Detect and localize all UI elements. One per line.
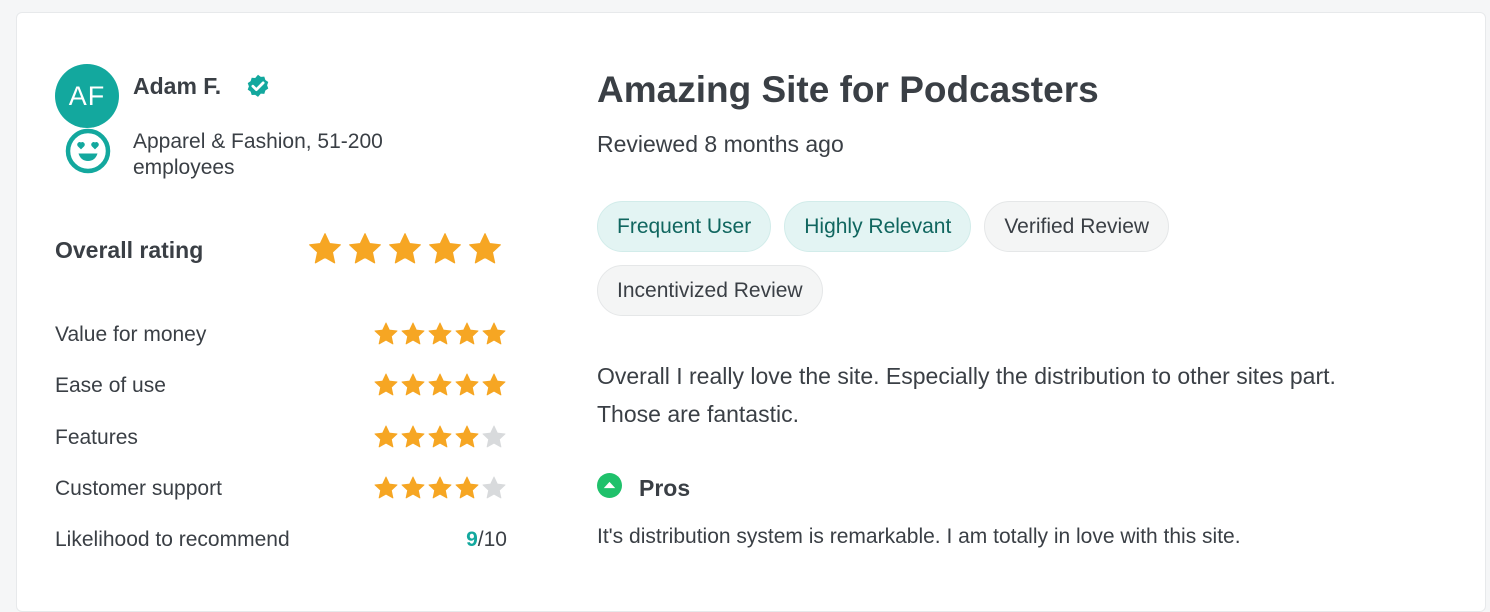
rating-row-customer-support: Customer support <box>55 473 507 503</box>
rating-row-features: Features <box>55 422 507 452</box>
star-filled-icon <box>428 476 452 499</box>
recommend-score: 9/10 <box>466 528 507 552</box>
recommend-label: Likelihood to recommend <box>55 528 290 551</box>
avatar: AF <box>55 64 119 128</box>
star-filled-icon <box>374 322 398 345</box>
review-card: AF Adam F. Apparel & Fashion, 51-200 emp… <box>16 12 1486 612</box>
review-title: Amazing Site for Podcasters <box>597 69 1099 110</box>
rating-stars <box>373 372 507 398</box>
star-filled-icon <box>428 322 452 345</box>
rating-label: Value for money <box>55 323 207 346</box>
company-info: Apparel & Fashion, 51-200 employees <box>133 130 383 179</box>
rating-label: Features <box>55 426 138 449</box>
star-filled-icon <box>401 373 425 396</box>
star-filled-icon <box>428 373 452 396</box>
star-filled-icon <box>455 425 479 448</box>
star-filled-icon <box>374 425 398 448</box>
smiling-face-heart-eyes-icon <box>65 128 111 174</box>
rating-row-likelihood-to-recommend: Likelihood to recommend 9/10 <box>55 524 507 554</box>
star-filled-icon <box>374 476 398 499</box>
overall-rating-stars <box>307 231 503 267</box>
rating-stars <box>373 475 507 501</box>
star-filled-icon <box>401 425 425 448</box>
tag-verified-review: Verified Review <box>984 201 1170 252</box>
rating-stars <box>373 424 507 450</box>
review-tags: Frequent User Highly Relevant Verified R… <box>597 201 1237 316</box>
star-filled-icon <box>482 373 506 396</box>
chevron-up-circle-icon <box>597 473 622 498</box>
star-filled-icon <box>455 373 479 396</box>
recommend-score-value: 9 <box>466 528 478 551</box>
pros-heading: Pros <box>639 475 691 501</box>
recommend-score-max: /10 <box>477 528 507 551</box>
reviewer-name: Adam F. <box>133 73 222 99</box>
avatar-initials: AF <box>68 80 106 111</box>
star-filled-icon <box>455 322 479 345</box>
verified-badge-icon <box>247 74 269 97</box>
rating-stars <box>373 321 507 347</box>
tag-incentivized-review: Incentivized Review <box>597 265 823 316</box>
star-filled-icon <box>482 322 506 345</box>
star-filled-icon <box>374 373 398 396</box>
star-filled-icon <box>401 476 425 499</box>
star-filled-icon <box>401 322 425 345</box>
rating-row-value-for-money: Value for money <box>55 319 507 349</box>
rating-label: Customer support <box>55 477 222 500</box>
tag-frequent-user: Frequent User <box>597 201 772 252</box>
star-filled-icon <box>309 233 341 264</box>
star-filled-icon <box>429 233 461 264</box>
tag-highly-relevant: Highly Relevant <box>784 201 972 252</box>
overall-rating-label: Overall rating <box>55 237 204 263</box>
star-empty-icon <box>482 476 506 499</box>
star-empty-icon <box>482 425 506 448</box>
rating-label: Ease of use <box>55 374 166 397</box>
star-filled-icon <box>389 233 421 264</box>
star-filled-icon <box>349 233 381 264</box>
review-body: Overall I really love the site. Especial… <box>597 363 1336 427</box>
pros-text: It's distribution system is remarkable. … <box>597 525 1241 548</box>
review-date: Reviewed 8 months ago <box>597 131 844 157</box>
star-filled-icon <box>428 425 452 448</box>
star-filled-icon <box>469 233 501 264</box>
rating-row-ease-of-use: Ease of use <box>55 370 507 400</box>
star-filled-icon <box>455 476 479 499</box>
